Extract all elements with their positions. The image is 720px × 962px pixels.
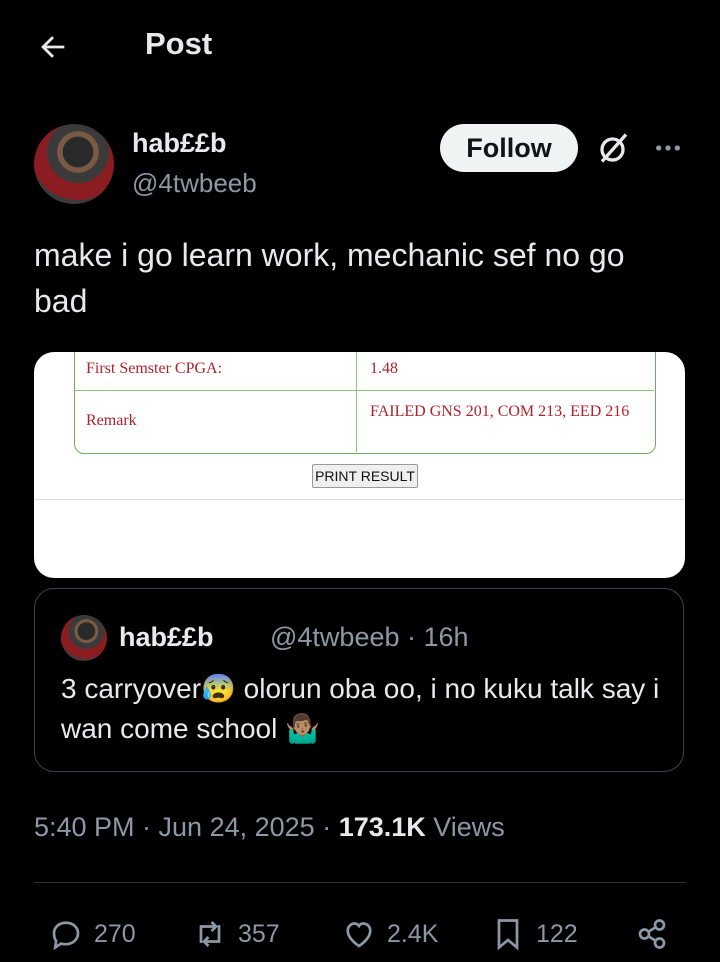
page-title: Post — [145, 26, 213, 61]
result-image[interactable]: First Semster CPGA: 1.48 Remark FAILED G… — [34, 352, 685, 578]
view-count[interactable]: 173.1K — [339, 812, 426, 842]
back-arrow-icon[interactable] — [36, 30, 70, 64]
quote-meta: @4twbeeb · 16h — [270, 622, 469, 652]
cgpa-value: 1.48 — [370, 360, 398, 377]
post-timestamp: 5:40 PM · Jun 24, 2025 · 173.1K Views — [34, 812, 505, 843]
table-column-divider — [356, 352, 357, 452]
quoted-post[interactable]: hab££b @4twbeeb · 16h 3 carryover😰 oloru… — [34, 588, 684, 772]
reply-count: 270 — [94, 919, 136, 948]
remark-label: Remark — [86, 412, 137, 429]
avatar[interactable] — [34, 124, 114, 204]
author-handle[interactable]: @4twbeeb — [132, 168, 257, 199]
print-result-button: PRINT RESULT — [312, 464, 418, 488]
remark-value: FAILED GNS 201, COM 213, EED 216 — [370, 403, 630, 420]
reply-button[interactable]: 270 — [48, 912, 136, 956]
post-time: 5:40 PM · Jun 24, 2025 · — [34, 812, 339, 842]
table-divider — [74, 390, 654, 391]
divider — [34, 882, 686, 883]
repost-count: 357 — [238, 919, 280, 948]
reply-icon — [52, 921, 80, 951]
top-bar: Post — [0, 0, 720, 92]
quote-text: 3 carryover😰 olorun oba oo, i no kuku ta… — [61, 673, 660, 744]
follow-button[interactable]: Follow — [440, 124, 578, 172]
share-icon — [638, 919, 666, 949]
like-button[interactable]: 2.4K — [341, 912, 438, 956]
bookmark-button[interactable]: 122 — [490, 912, 578, 956]
quote-author-name: hab££b — [119, 622, 214, 652]
repost-button[interactable]: 357 — [192, 912, 280, 956]
author-name[interactable]: hab££b — [132, 128, 227, 159]
bookmark-icon — [497, 919, 519, 951]
grok-icon[interactable] — [596, 130, 632, 166]
repost-icon — [199, 921, 221, 947]
like-count: 2.4K — [387, 919, 439, 948]
views-label: Views — [425, 812, 505, 842]
heart-icon — [346, 922, 372, 948]
tweet-text: make i go learn work, mechanic sef no go… — [34, 237, 625, 319]
more-options-icon[interactable] — [652, 132, 684, 164]
quote-avatar — [61, 615, 107, 661]
cgpa-label: First Semster CPGA: — [86, 360, 223, 377]
bookmark-count: 122 — [536, 919, 578, 948]
share-button[interactable] — [634, 912, 670, 956]
image-separator — [34, 499, 685, 500]
